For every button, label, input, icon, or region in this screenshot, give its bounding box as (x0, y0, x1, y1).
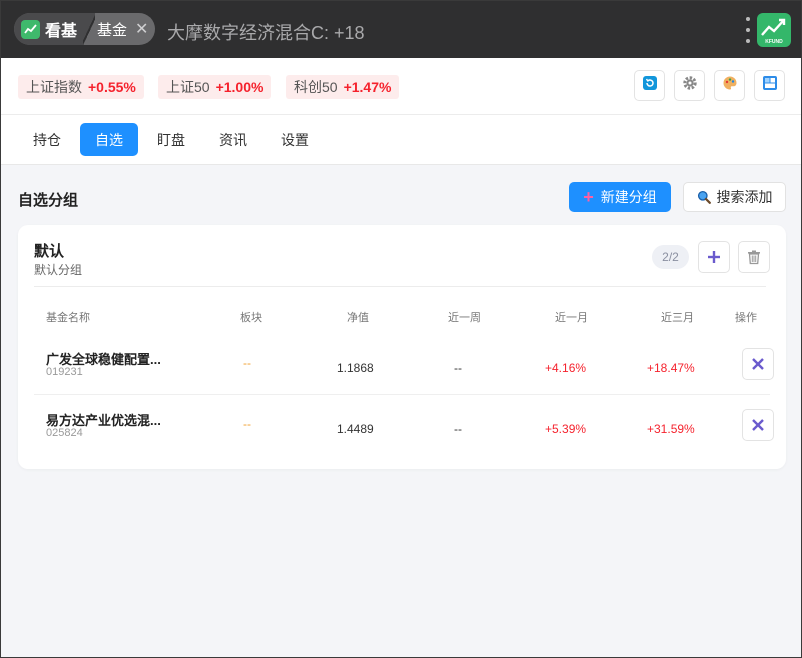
tab-separator (83, 13, 96, 45)
tab-news[interactable]: 资讯 (204, 123, 262, 156)
refresh-button[interactable] (634, 70, 665, 101)
index-badge[interactable]: 上证50 +1.00% (158, 75, 272, 99)
index-badge[interactable]: 科创50 +1.47% (286, 75, 400, 99)
column-header-quarter: 近三月 (661, 312, 694, 324)
column-header-name: 基金名称 (46, 312, 90, 324)
plus-icon (706, 249, 722, 265)
column-header-sector: 板块 (240, 312, 262, 324)
close-icon[interactable]: ✕ (135, 19, 148, 39)
remove-fund-button[interactable] (742, 348, 774, 380)
theme-button[interactable] (714, 70, 745, 101)
window-title: 大摩数字经济混合C: +18 (167, 23, 365, 43)
fund-quarter-change: +31.59% (647, 422, 695, 436)
column-header-nav: 净值 (347, 312, 369, 324)
fund-quarter-change: +18.47% (647, 361, 695, 375)
refresh-icon (642, 75, 658, 96)
fund-tab[interactable]: 基金 ✕ (95, 19, 148, 40)
index-name: 上证50 (166, 79, 210, 95)
index-change: +1.47% (343, 79, 392, 95)
gear-icon (682, 75, 698, 96)
tab-holdings[interactable]: 持仓 (18, 123, 76, 156)
settings-button[interactable] (674, 70, 705, 101)
app-window: 看基 基金 ✕ 大摩数字经济混合C: +18 KFUND 上证指数 +0.55%… (0, 0, 802, 658)
group-card: 默认 默认分组 2/2 基金名称 板块 净值 近一周 近一月 近三月 操作 广发… (18, 225, 786, 469)
search-add-button[interactable]: 搜索添加 (683, 182, 786, 212)
new-group-label: 新建分组 (600, 189, 657, 205)
close-icon (751, 418, 765, 432)
plus-icon: + (583, 187, 594, 207)
fund-week-change: -- (454, 422, 462, 436)
brand-logo-label: KFUND (765, 39, 783, 45)
fund-week-change: -- (454, 361, 462, 375)
card-divider (34, 286, 766, 287)
column-header-month: 近一月 (555, 312, 588, 324)
index-name: 科创50 (294, 79, 338, 95)
fund-code: 019231 (46, 366, 83, 378)
trash-icon (746, 249, 762, 265)
index-change: +1.00% (215, 79, 264, 95)
index-bar: 上证指数 +0.55% 上证50 +1.00% 科创50 +1.47% (1, 58, 801, 115)
delete-group-button[interactable] (738, 241, 770, 273)
fund-code: 025824 (46, 427, 83, 439)
app-tab-label: 看基 (45, 23, 78, 40)
index-change: +0.55% (88, 79, 136, 95)
palette-icon (722, 75, 738, 96)
fund-sector: -- (243, 356, 251, 370)
chart-icon (21, 19, 40, 39)
index-name: 上证指数 (26, 79, 82, 95)
remove-fund-button[interactable] (742, 409, 774, 441)
fund-month-change: +4.16% (545, 361, 587, 375)
app-tab[interactable]: 看基 (14, 13, 84, 45)
fund-nav: 1.1868 (337, 361, 374, 375)
section-title: 自选分组 (18, 192, 79, 209)
tab-monitor[interactable]: 盯盘 (142, 123, 200, 156)
group-name: 默认 (34, 243, 65, 260)
layout-button[interactable] (754, 70, 785, 101)
table-row[interactable]: 易方达产业优选混... 025824 -- 1.4489 -- +5.39% +… (34, 396, 774, 456)
nav-tabs: 持仓 自选 盯盘 资讯 设置 (1, 115, 801, 165)
close-icon (751, 357, 765, 371)
more-menu-icon[interactable] (744, 17, 752, 43)
search-add-label: 搜索添加 (716, 189, 773, 205)
table-row[interactable]: 广发全球稳健配置... 019231 -- 1.1868 -- +4.16% +… (34, 335, 774, 395)
index-badge[interactable]: 上证指数 +0.55% (18, 75, 144, 99)
column-header-action: 操作 (735, 312, 757, 324)
search-icon (697, 190, 711, 204)
fund-tab-label: 基金 (97, 21, 128, 39)
layout-icon (762, 75, 778, 96)
fund-month-change: +5.39% (545, 422, 587, 436)
group-count-badge: 2/2 (652, 245, 689, 269)
app-tab-group: 看基 基金 ✕ (14, 13, 155, 45)
title-bar: 看基 基金 ✕ 大摩数字经济混合C: +18 KFUND (1, 1, 801, 58)
new-group-button[interactable]: + 新建分组 (569, 182, 671, 212)
tab-watchlist[interactable]: 自选 (80, 123, 138, 156)
fund-nav: 1.4489 (337, 422, 374, 436)
tab-settings[interactable]: 设置 (266, 123, 324, 156)
column-header-week: 近一周 (448, 312, 481, 324)
group-description: 默认分组 (34, 263, 83, 277)
add-fund-button[interactable] (698, 241, 730, 273)
fund-sector: -- (243, 417, 251, 431)
brand-logo-icon[interactable]: KFUND (757, 13, 791, 47)
